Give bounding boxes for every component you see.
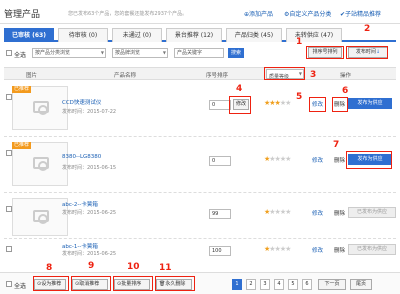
sort-input[interactable]: 100 — [209, 246, 231, 256]
product-name-link[interactable]: abc-2--卡簧箱 — [62, 200, 98, 208]
recommended-badge: 已推荐 — [12, 142, 32, 149]
next-page-button[interactable]: 下一页 — [318, 279, 346, 290]
footer-select-all-label: 全选 — [14, 283, 27, 290]
camera-icon — [33, 210, 49, 224]
status-tabs: 已审核 (63) 待审核 (0) 未通过 (0) 景台推荐 (12) 产品归类 … — [4, 28, 396, 42]
marker-box-9 — [71, 276, 111, 291]
product-name-link[interactable]: CCD快速测试仪 — [62, 98, 101, 106]
tab-approved[interactable]: 已审核 (63) — [4, 28, 54, 42]
search-button[interactable]: 搜索 — [228, 48, 244, 58]
col-image: 图片 — [26, 73, 38, 79]
already-published-button: 已发布为供应 — [348, 207, 396, 218]
footer-select-all-checkbox[interactable] — [6, 281, 12, 287]
tab-not-supplied[interactable]: 未转供应 (47) — [286, 28, 342, 42]
row-checkbox[interactable] — [6, 246, 12, 252]
product-name-link[interactable]: 8380--LG8380 — [62, 154, 101, 160]
marker-box-4 — [229, 96, 251, 114]
tab-recommended[interactable]: 景台推荐 (12) — [166, 28, 222, 42]
marker-3: 3 — [310, 70, 317, 80]
featured-link[interactable]: ✔子站精品推荐 — [340, 9, 381, 18]
col-ops: 操作 — [340, 73, 352, 79]
marker-box-8 — [33, 276, 69, 291]
page-5[interactable]: 5 — [288, 279, 298, 290]
publish-date: 发布时间：2015-07-22 — [62, 109, 117, 115]
marker-box-7 — [346, 151, 392, 169]
page-2[interactable]: 2 — [246, 279, 256, 290]
page-4[interactable]: 4 — [274, 279, 284, 290]
select-all-checkbox[interactable] — [6, 50, 12, 56]
delete-link[interactable]: 删除 — [334, 246, 345, 254]
add-product-link[interactable]: ⊕添加产品 — [244, 9, 273, 18]
publish-date: 发布时间：2015-06-25 — [62, 210, 117, 216]
publish-date: 发布时间：2015-06-25 — [62, 251, 117, 257]
product-row-4: abc-1--卡簧箱 发布时间：2015-06-25 100 ★★★★★ 修改 … — [4, 240, 396, 258]
last-page-button[interactable]: 尾页 — [350, 279, 372, 290]
page-3[interactable]: 3 — [260, 279, 270, 290]
custom-category-link[interactable]: ⚙自定义产品分类 — [284, 9, 331, 18]
select-all-label: 全选 — [14, 52, 27, 59]
keyword-input[interactable]: 产品关键字 — [174, 48, 224, 58]
marker-box-6 — [332, 97, 348, 112]
marker-box-3 — [264, 67, 305, 80]
tab-pending[interactable]: 待审核 (0) — [58, 28, 108, 42]
edit-link[interactable]: 修改 — [312, 246, 323, 254]
delete-link[interactable]: 删除 — [334, 209, 345, 217]
marker-1: 1 — [296, 37, 303, 47]
quality-stars: ★★★★★ — [264, 245, 291, 253]
marker-box-5 — [309, 97, 326, 112]
marker-box-11 — [155, 276, 195, 291]
col-name: 产品名称 — [114, 73, 137, 79]
marker-7: 7 — [333, 140, 340, 150]
marker-11: 11 — [159, 263, 172, 273]
marker-8: 8 — [46, 263, 53, 273]
marker-10: 10 — [127, 262, 140, 272]
recommended-badge: 已推荐 — [12, 86, 32, 93]
brand-select[interactable]: 按品牌浏览 ▼ — [112, 48, 168, 58]
marker-6: 6 — [342, 86, 349, 96]
category-select[interactable]: 按产品分类浏览 ▼ — [32, 48, 106, 58]
publish-supply-button[interactable]: 发布为供应 — [348, 98, 392, 109]
sort-input[interactable]: 99 — [209, 209, 231, 219]
col-sort: 序号排序 — [206, 73, 229, 79]
quota-summary: 您已发布63个产品，您的套餐还能发布2937个产品。 — [68, 11, 188, 17]
quality-stars: ★★★★★ — [264, 155, 291, 163]
marker-box-2 — [346, 46, 388, 59]
edit-link[interactable]: 修改 — [312, 156, 323, 164]
marker-box-10 — [113, 276, 153, 291]
marker-box-1 — [306, 46, 344, 59]
marker-2: 2 — [364, 24, 371, 34]
page-header: 管理产品 您已发布63个产品，您的套餐还能发布2937个产品。 ⊕添加产品 ⚙自… — [0, 0, 400, 24]
row-divider — [4, 238, 396, 239]
tab-rejected[interactable]: 未通过 (0) — [112, 28, 162, 42]
already-published-button: 已发布为供应 — [348, 244, 396, 255]
tab-categorized[interactable]: 产品归类 (45) — [226, 28, 282, 42]
marker-9: 9 — [88, 261, 95, 271]
column-header: 图片 产品名称 序号排序 质量等级 ▼ 操作 — [4, 67, 396, 80]
row-divider — [4, 136, 396, 137]
chevron-down-icon: ▼ — [162, 50, 166, 55]
product-thumbnail[interactable] — [12, 198, 68, 236]
camera-icon — [33, 157, 49, 171]
publish-date: 发布时间：2015-06-15 — [62, 165, 117, 171]
sort-input[interactable]: 0 — [209, 100, 231, 110]
edit-link[interactable]: 修改 — [312, 209, 323, 217]
delete-link[interactable]: 删除 — [334, 156, 345, 164]
marker-5: 5 — [296, 92, 303, 102]
page-6[interactable]: 6 — [302, 279, 312, 290]
product-row-3: abc-2--卡簧箱 发布时间：2015-06-25 99 ★★★★★ 修改 删… — [4, 196, 396, 236]
row-divider — [4, 192, 396, 193]
quality-stars: ★★★★★ — [264, 208, 291, 216]
sort-input[interactable]: 0 — [209, 156, 231, 166]
page-1[interactable]: 1 — [232, 279, 242, 290]
camera-icon — [33, 101, 49, 115]
page-title: 管理产品 — [4, 10, 41, 20]
quality-stars: ★★★★★ — [264, 99, 291, 107]
product-name-link[interactable]: abc-1--卡簧箱 — [62, 242, 98, 250]
chevron-down-icon: ▼ — [100, 50, 104, 55]
marker-4: 4 — [236, 84, 243, 94]
